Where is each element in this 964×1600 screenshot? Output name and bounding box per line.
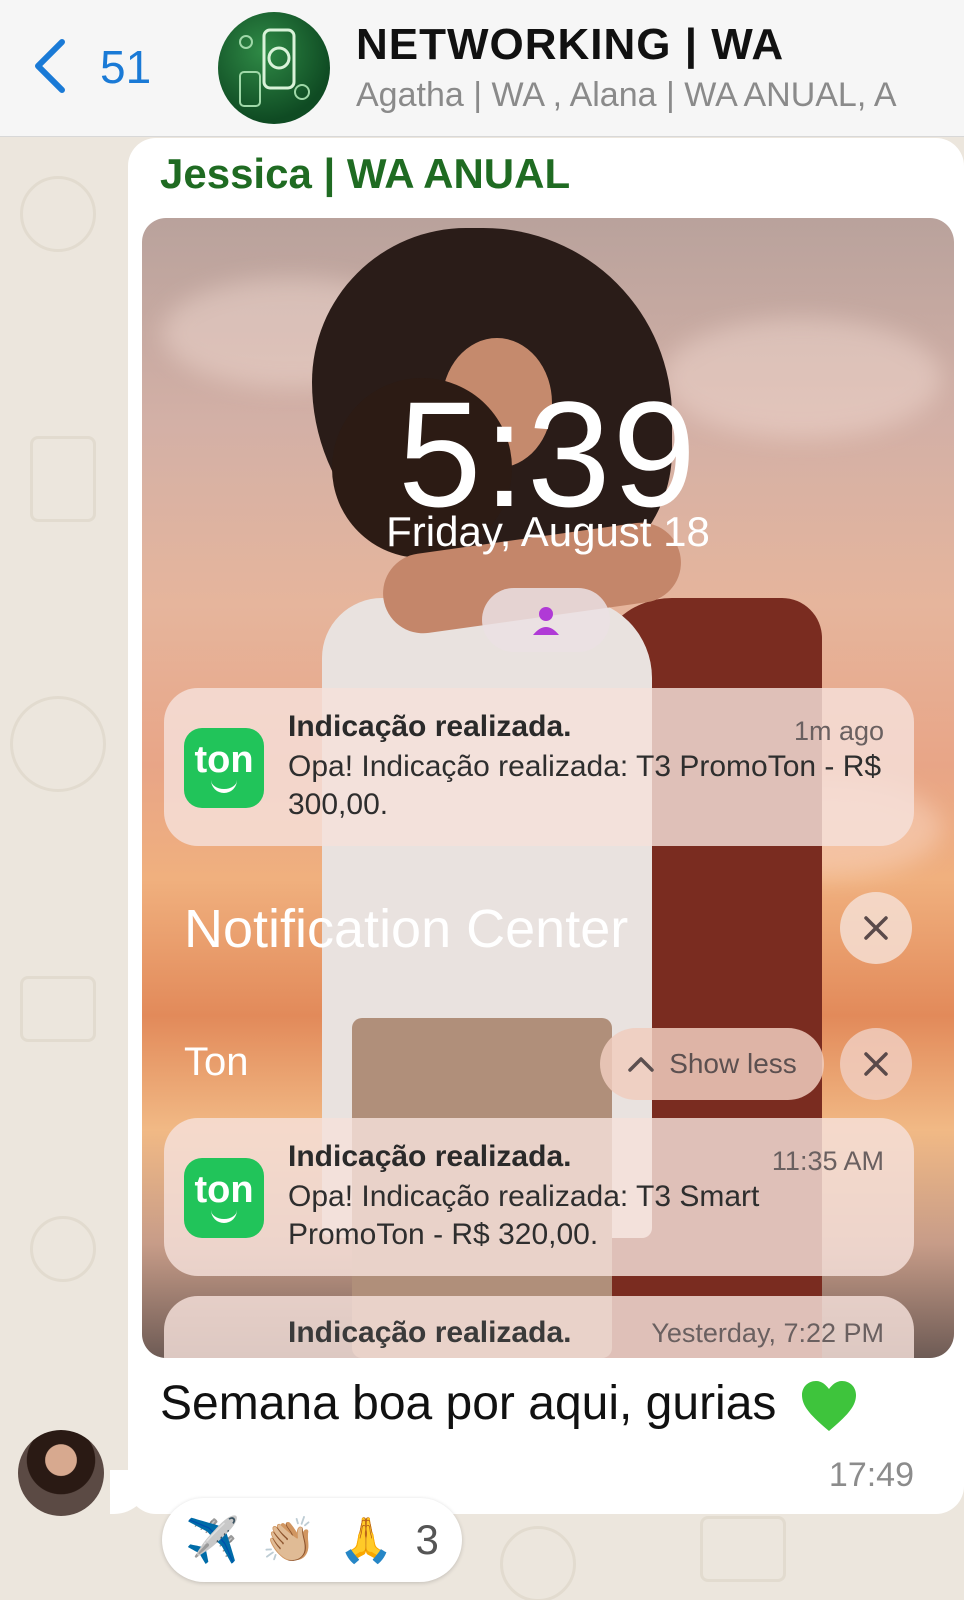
wallpaper-doodle — [10, 696, 106, 792]
sender-name[interactable]: Jessica | WA ANUAL — [160, 150, 570, 198]
person-icon — [533, 607, 559, 635]
close-icon — [864, 1052, 888, 1076]
focus-mode-pill — [482, 588, 610, 652]
chevron-up-icon — [628, 1057, 654, 1072]
notification-group-label: Ton — [184, 1040, 249, 1084]
notification-time: 11:35 AM — [771, 1146, 884, 1176]
close-icon — [864, 916, 888, 940]
back-button[interactable] — [30, 38, 80, 94]
notification-title: Indicação realizada. — [288, 1140, 572, 1173]
group-members[interactable]: Agatha | WA , Alana | WA ANUAL, A — [356, 76, 897, 115]
notification-center-title: Notification Center — [184, 899, 629, 959]
notification-card: Indicação realizada. Yesterday, 7:22 PM — [164, 1296, 914, 1358]
group-avatar[interactable] — [218, 12, 330, 124]
lock-screen-date: Friday, August 18 — [386, 508, 710, 555]
attached-screenshot[interactable]: 5:39 Friday, August 18 ton Indicação rea… — [142, 218, 954, 1358]
reaction-emoji: 👏🏼 — [261, 1516, 317, 1565]
notification-group-close — [840, 1028, 912, 1100]
wallpaper-doodle — [20, 976, 96, 1042]
reaction-emoji: 🙏 — [338, 1516, 394, 1565]
phone-whatsapp-icon — [239, 28, 310, 107]
notification-time: 1m ago — [793, 716, 884, 746]
notification-title: Indicação realizada. — [288, 1316, 572, 1349]
notification-body: Opa! Indicação realizada: T3 PromoTon - … — [288, 750, 882, 821]
notification-card: ton Indicação realizada. 11:35 AM Opa! I… — [164, 1118, 914, 1276]
show-less-label: Show less — [669, 1048, 797, 1079]
wallpaper-doodle — [20, 176, 96, 252]
notification-body: Opa! Indicação realizada: T3 Smart Promo… — [288, 1180, 760, 1251]
chat-header: 51 NETWORKING | WA Agatha | WA , Alana |… — [0, 0, 964, 137]
sender-avatar[interactable] — [18, 1430, 104, 1516]
chevron-left-icon — [35, 39, 65, 93]
group-title[interactable]: NETWORKING | WA — [356, 20, 784, 70]
wallpaper-doodle — [30, 436, 96, 522]
notification-title: Indicação realizada. — [288, 710, 572, 743]
ton-app-icon: ton — [184, 1158, 264, 1238]
show-less-button: Show less — [600, 1028, 824, 1100]
notification-time: Yesterday, 7:22 PM — [651, 1318, 884, 1348]
wallpaper-doodle — [700, 1516, 786, 1582]
unread-count[interactable]: 51 — [100, 40, 151, 94]
message-timestamp: 17:49 — [828, 1456, 914, 1494]
reaction-count: 3 — [415, 1516, 439, 1563]
message-text-row: Semana boa por aqui, gurias — [160, 1376, 858, 1433]
notification-center-close — [840, 892, 912, 964]
reactions-bar[interactable]: ✈️ 👏🏼 🙏 3 — [162, 1498, 462, 1582]
ton-app-icon: ton — [184, 728, 264, 808]
notification-card: ton Indicação realizada. 1m ago Opa! Ind… — [164, 688, 914, 846]
reaction-emoji: ✈️ — [185, 1516, 240, 1565]
wallpaper-doodle — [500, 1526, 576, 1600]
heart-icon — [801, 1381, 856, 1432]
message-text: Semana boa por aqui, gurias — [160, 1377, 777, 1430]
wallpaper-doodle — [30, 1216, 96, 1282]
